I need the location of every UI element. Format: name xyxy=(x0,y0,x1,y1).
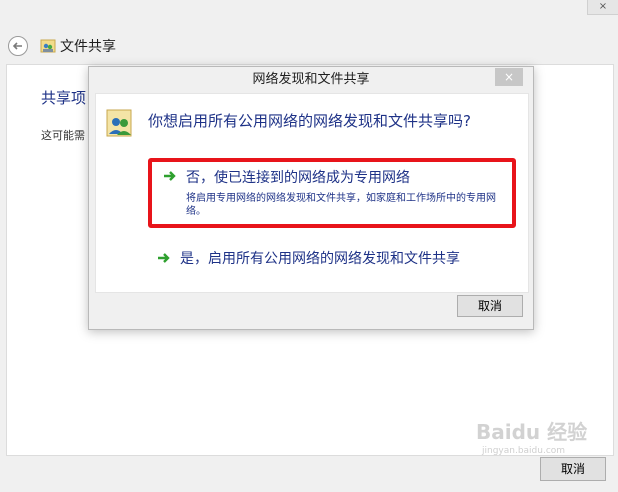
network-discovery-dialog: 网络发现和文件共享 × 你想启用所有公用网络的网络发现和文件共享吗? 否，使已连… xyxy=(88,66,534,330)
dialog-question: 你想启用所有公用网络的网络发现和文件共享吗? xyxy=(148,112,471,130)
dialog-title: 网络发现和文件共享 xyxy=(252,72,370,87)
watermark-main: Baidu 经验 xyxy=(476,420,588,444)
baidu-watermark: Baidu 经验 jingyan.baidu.com xyxy=(476,416,606,464)
watermark-sub: jingyan.baidu.com xyxy=(482,446,566,456)
dialog-cancel-button[interactable]: 取消 xyxy=(457,295,523,317)
page-heading: 共享项 xyxy=(41,89,87,107)
dialog-body: 你想启用所有公用网络的网络发现和文件共享吗? 否，使已连接到的网络成为专用网络 … xyxy=(95,93,529,293)
option-public-title: 是，启用所有公用网络的网络发现和文件共享 xyxy=(180,251,460,267)
window-close-button[interactable]: × xyxy=(587,0,618,15)
dialog-close-button[interactable]: × xyxy=(495,68,523,86)
close-icon: × xyxy=(598,1,608,12)
page-description: 这可能需 xyxy=(41,129,85,142)
green-arrow-icon xyxy=(164,171,176,181)
back-button[interactable] xyxy=(8,36,28,56)
option-private-desc: 将启用专用网络的网络发现和文件共享，如家庭和工作场所中的专用网络。 xyxy=(186,193,496,217)
back-arrow-icon xyxy=(12,42,22,50)
option-private-network[interactable]: 否，使已连接到的网络成为专用网络 将启用专用网络的网络发现和文件共享，如家庭和工… xyxy=(148,158,516,228)
window-title: 文件共享 xyxy=(60,39,116,55)
green-arrow-icon xyxy=(158,253,170,263)
users-network-icon xyxy=(106,109,132,137)
file-sharing-icon xyxy=(40,39,56,53)
option-private-title: 否，使已连接到的网络成为专用网络 xyxy=(186,170,410,186)
close-icon: × xyxy=(503,70,515,84)
window-header: 文件共享 xyxy=(0,24,618,64)
